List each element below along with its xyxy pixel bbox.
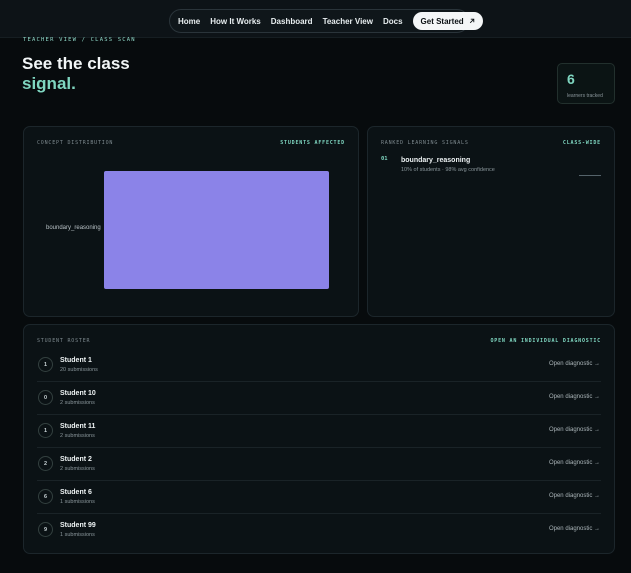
roster-list: 1 Student 1 20 submissions Open diagnost… (37, 349, 601, 547)
students-affected-link[interactable]: STUDENTS AFFECTED (280, 140, 345, 146)
class-wide-link[interactable]: CLASS-WIDE (563, 140, 601, 146)
nav-teacher-view[interactable]: Teacher View (323, 17, 373, 26)
student-roster-heading: STUDENT ROSTER (37, 338, 91, 344)
signal-confidence-track (579, 175, 601, 176)
table-row: 0 Student 10 2 submissions Open diagnost… (37, 382, 601, 415)
table-row: 1 Student 11 2 submissions Open diagnost… (37, 415, 601, 448)
main-nav: Home How It Works Dashboard Teacher View… (169, 9, 483, 33)
bar-label: boundary_reasoning (46, 225, 101, 231)
student-submissions: 2 submissions (60, 400, 95, 406)
arrow-up-right-icon (469, 18, 474, 24)
table-row: 9 Student 99 1 submissions Open diagnost… (37, 514, 601, 547)
student-submissions: 20 submissions (60, 367, 98, 373)
nav-home[interactable]: Home (178, 17, 200, 26)
nav-docs[interactable]: Docs (383, 17, 403, 26)
get-started-button[interactable]: Get Started (412, 12, 483, 30)
student-submissions: 2 submissions (60, 466, 95, 472)
open-diagnostic-link[interactable]: Open diagnostic → (549, 361, 600, 367)
student-name: Student 99 (60, 522, 96, 529)
open-individual-diagnostic-link[interactable]: OPEN AN INDIVIDUAL DIAGNOSTIC (491, 338, 602, 344)
concept-distribution-card: CONCEPT DISTRIBUTION STUDENTS AFFECTED b… (23, 126, 359, 317)
top-bar: Home How It Works Dashboard Teacher View… (0, 0, 631, 38)
student-badge: 9 (38, 522, 53, 537)
nav-dashboard[interactable]: Dashboard (271, 17, 313, 26)
learners-count: 6 (567, 71, 575, 87)
page-title-line2: signal. (22, 74, 76, 93)
learners-stat-card: 6 learners tracked (557, 63, 615, 104)
open-diagnostic-link[interactable]: Open diagnostic → (549, 493, 600, 499)
open-diagnostic-link[interactable]: Open diagnostic → (549, 526, 600, 532)
signal-meta: 10% of students · 98% avg confidence (401, 167, 495, 173)
concept-distribution-heading: CONCEPT DISTRIBUTION (37, 140, 114, 146)
learners-label: learners tracked (567, 93, 603, 99)
page-title-line1: See the class (22, 54, 130, 73)
student-name: Student 2 (60, 456, 92, 463)
student-roster-card: STUDENT ROSTER OPEN AN INDIVIDUAL DIAGNO… (23, 324, 615, 554)
nav-how-it-works[interactable]: How It Works (210, 17, 261, 26)
student-badge: 1 (38, 423, 53, 438)
student-submissions: 1 submissions (60, 532, 95, 538)
open-diagnostic-link[interactable]: Open diagnostic → (549, 394, 600, 400)
student-badge: 0 (38, 390, 53, 405)
student-submissions: 2 submissions (60, 433, 95, 439)
table-row: 6 Student 6 1 submissions Open diagnosti… (37, 481, 601, 514)
student-name: Student 11 (60, 423, 96, 430)
open-diagnostic-link[interactable]: Open diagnostic → (549, 427, 600, 433)
get-started-label: Get Started (420, 16, 464, 26)
table-row: 2 Student 2 2 submissions Open diagnosti… (37, 448, 601, 481)
ranked-signals-heading: RANKED LEARNING SIGNALS (381, 140, 469, 146)
student-badge: 6 (38, 489, 53, 504)
student-name: Student 1 (60, 357, 92, 364)
student-name: Student 10 (60, 390, 96, 397)
table-row: 1 Student 1 20 submissions Open diagnost… (37, 349, 601, 382)
ranked-signals-card: RANKED LEARNING SIGNALS CLASS-WIDE 01 bo… (367, 126, 615, 317)
concept-bar (104, 171, 329, 289)
page-title: See the class signal. (22, 54, 130, 94)
open-diagnostic-link[interactable]: Open diagnostic → (549, 460, 600, 466)
signal-name: boundary_reasoning (401, 157, 471, 164)
student-badge: 1 (38, 357, 53, 372)
signal-rank: 01 (381, 156, 388, 162)
student-badge: 2 (38, 456, 53, 471)
student-name: Student 6 (60, 489, 92, 496)
breadcrumb: TEACHER VIEW / CLASS SCAN (23, 37, 136, 43)
student-submissions: 1 submissions (60, 499, 95, 505)
